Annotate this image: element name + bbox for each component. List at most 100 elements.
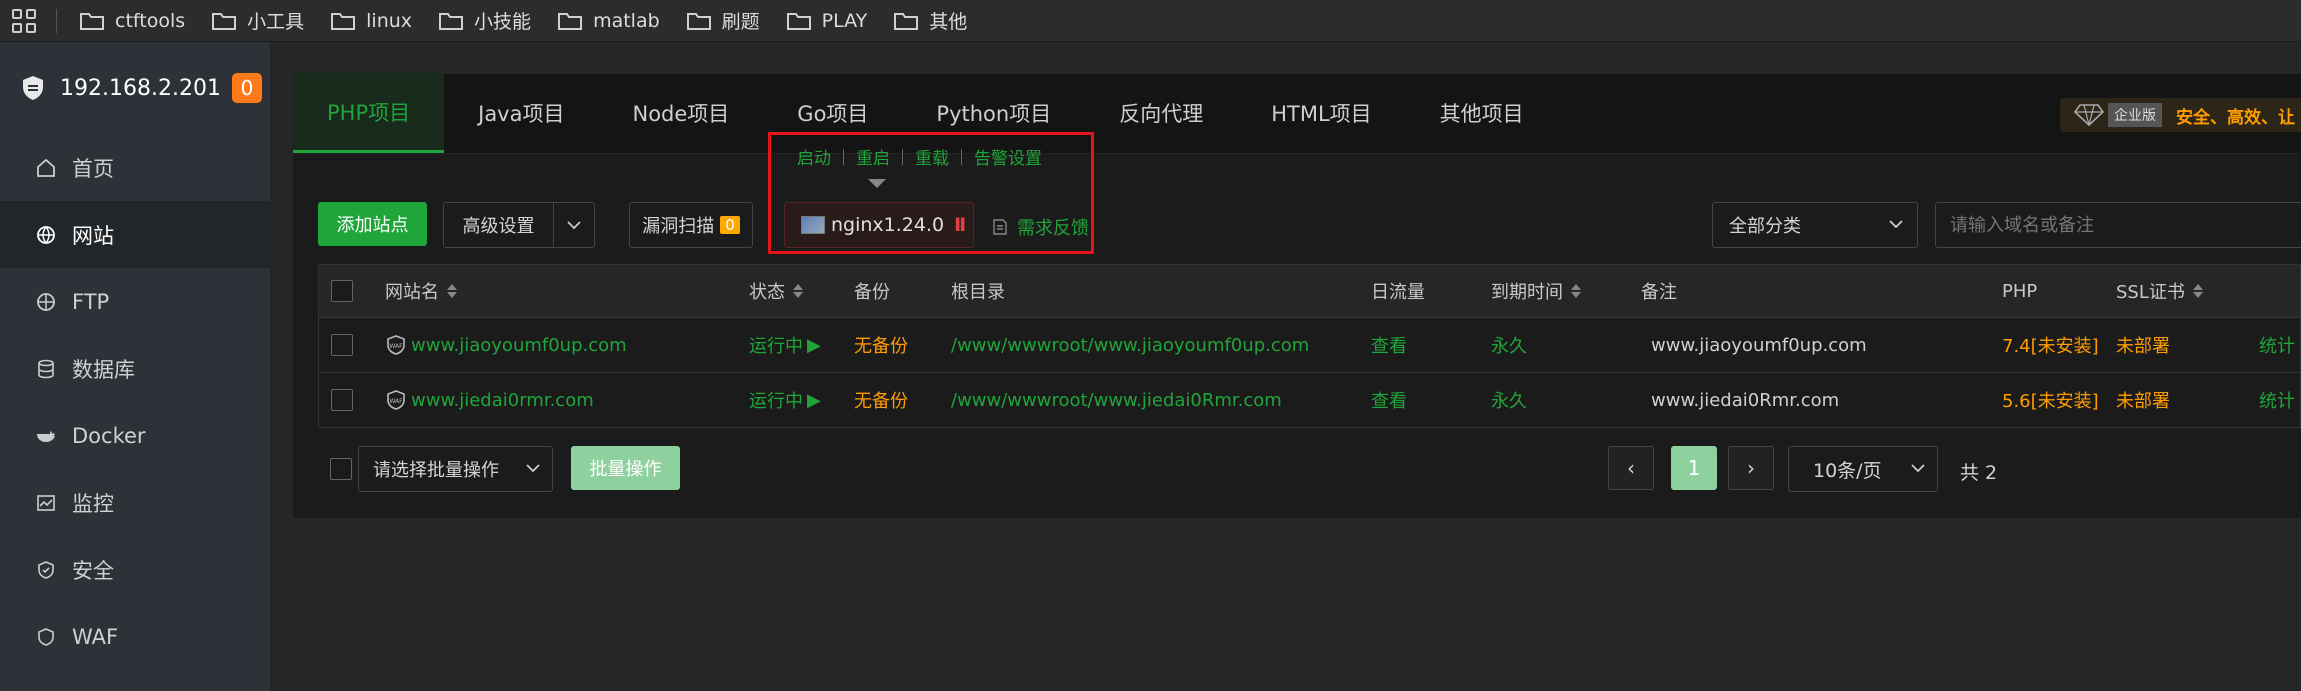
row-checkbox[interactable] [331,334,353,356]
category-select[interactable]: 全部分类 [1712,202,1918,248]
root-dir-link[interactable]: /www/wwwroot/www.jiaoyoumf0up.com [951,335,1309,356]
page-1-button[interactable]: 1 [1671,446,1717,490]
status-text: 运行中 [749,336,803,357]
column-status[interactable]: 状态 [749,278,803,304]
column-name[interactable]: 网站名 [385,278,457,304]
batch-operation-select[interactable]: 请选择批量操作 [358,446,553,492]
ssl-status-link[interactable]: 未部署 [2116,332,2170,358]
diamond-icon [2074,104,2104,127]
traffic-view-link[interactable]: 查看 [1371,387,1407,413]
ssl-status-link[interactable]: 未部署 [2116,387,2170,413]
sidebar-item-label: FTP [72,289,110,314]
column-expire[interactable]: 到期时间 [1491,278,1581,304]
page-size-value: 10条/页 [1813,459,1882,482]
header-label: SSL证书 [2116,282,2185,303]
stats-link[interactable]: 统计 [2259,332,2295,358]
waf-shield-icon: WAF [387,390,405,410]
play-icon: ▶ [807,389,821,411]
bookmark-label: 其他 [929,11,968,33]
sidebar-item-ftp[interactable]: FTP [0,268,270,335]
footer-select-all-checkbox[interactable] [330,458,352,480]
sidebar-item-monitor[interactable]: 监控 [0,469,270,536]
tab-html[interactable]: HTML项目 [1237,73,1405,153]
site-name: www.jiedai0rmr.com [411,389,594,411]
bookmark-folder-play[interactable]: PLAY [786,9,868,32]
prev-page-button[interactable]: ‹ [1608,446,1654,490]
vulnerability-scan-button[interactable]: 漏洞扫描 0 [629,202,753,248]
traffic-view-link[interactable]: 查看 [1371,332,1407,358]
sidebar-item-database[interactable]: 数据库 [0,335,270,402]
stats-link[interactable]: 统计 [2259,387,2295,413]
search-input[interactable] [1935,202,2301,248]
tab-reverse-proxy[interactable]: 反向代理 [1085,73,1237,153]
shield-icon [38,560,54,579]
tab-other[interactable]: 其他项目 [1406,73,1558,153]
sidebar-item-label: 数据库 [72,357,135,382]
sidebar-item-label: Docker [72,423,146,448]
sidebar-item-home[interactable]: 首页 [0,134,270,201]
bookmark-label: 小工具 [247,11,305,33]
tab-php[interactable]: PHP项目 [293,73,445,153]
folder-icon [686,12,711,30]
toolbar: 添加站点 高级设置 漏洞扫描 0 nginx1.24.0 II 需求反馈 全部分… [318,202,2301,248]
column-ssl[interactable]: SSL证书 [2116,278,2203,304]
remark-text[interactable]: www.jiedai0Rmr.com [1651,390,1839,411]
bookmark-folder-ctftools[interactable]: ctftools [79,10,185,32]
header-label: 网站名 [385,282,439,303]
database-icon [38,359,54,378]
monitor-icon [37,494,55,511]
bookmark-folder-practice[interactable]: 刷题 [686,7,760,34]
play-icon: ▶ [807,334,821,356]
status-text: 运行中 [749,391,803,412]
backup-link[interactable]: 无备份 [854,387,908,413]
page-size-select[interactable]: 10条/页 [1788,446,1938,492]
notification-badge[interactable]: 0 [232,73,262,103]
sidebar: 192.168.2.201 0 首页 网站 FTP 数据库 Docker 监控 … [0,42,270,691]
row-checkbox[interactable] [331,389,353,411]
tab-java[interactable]: Java项目 [444,73,598,153]
sidebar-item-docker[interactable]: Docker [0,402,270,469]
sidebar-item-security[interactable]: 安全 [0,536,270,603]
status-toggle[interactable]: 运行中 ▶ [749,387,821,413]
remark-text[interactable]: www.jiaoyoumf0up.com [1651,335,1867,356]
sidebar-item-waf[interactable]: WAF [0,603,270,670]
folder-icon [331,12,356,30]
folder-icon [80,12,104,30]
enterprise-banner[interactable]: 企业版 安全、高效、让 [2060,98,2301,132]
sidebar-item-website[interactable]: 网站 [0,201,270,268]
batch-operation-button[interactable]: 批量操作 [571,446,680,490]
status-toggle[interactable]: 运行中 ▶ [749,332,821,358]
bookmarks-divider [56,8,57,33]
bookmark-folder-matlab[interactable]: matlab [557,10,660,32]
add-site-button[interactable]: 添加站点 [318,202,427,246]
bookmark-folder-linux[interactable]: linux [330,10,412,32]
root-dir-link[interactable]: /www/wwwroot/www.jiedai0Rmr.com [951,390,1282,411]
folder-icon [439,12,464,30]
select-all-checkbox[interactable] [331,280,353,302]
site-name-link[interactable]: WAF www.jiedai0rmr.com [385,389,594,411]
expire-link[interactable]: 永久 [1491,387,1527,413]
bookmark-label: matlab [593,9,660,32]
bookmark-label: PLAY [821,9,868,32]
expire-link[interactable]: 永久 [1491,332,1527,358]
bookmark-folder-skills[interactable]: 小技能 [438,7,531,34]
advanced-settings-dropdown[interactable]: 高级设置 [443,202,595,248]
sites-table: 网站名 状态 备份 根目录 日流量 到期时间 备注 PHP SSL证书 WAF … [318,264,2301,428]
bookmark-folder-other[interactable]: 其他 [893,7,967,34]
next-page-button[interactable]: › [1728,446,1774,490]
table-row: WAF www.jiedai0rmr.com 运行中 ▶ 无备份 /www/www… [318,373,2301,428]
apps-icon[interactable] [12,8,36,33]
site-name-link[interactable]: WAF www.jiaoyoumf0up.com [385,334,627,356]
bookmark-folder-tools[interactable]: 小工具 [211,7,304,34]
tab-node[interactable]: Node项目 [598,73,763,153]
sort-icon [2192,284,2203,298]
server-host[interactable]: 192.168.2.201 0 [0,42,270,134]
php-version-link[interactable]: 5.6[未安装] [2002,387,2099,413]
bookmark-label: 小技能 [474,11,532,33]
sidebar-item-label: 监控 [72,491,114,516]
sort-icon [1571,284,1581,298]
sort-icon [447,284,457,298]
chevron-down-icon[interactable] [554,203,594,247]
backup-link[interactable]: 无备份 [854,332,908,358]
php-version-link[interactable]: 7.4[未安装] [2002,332,2099,358]
